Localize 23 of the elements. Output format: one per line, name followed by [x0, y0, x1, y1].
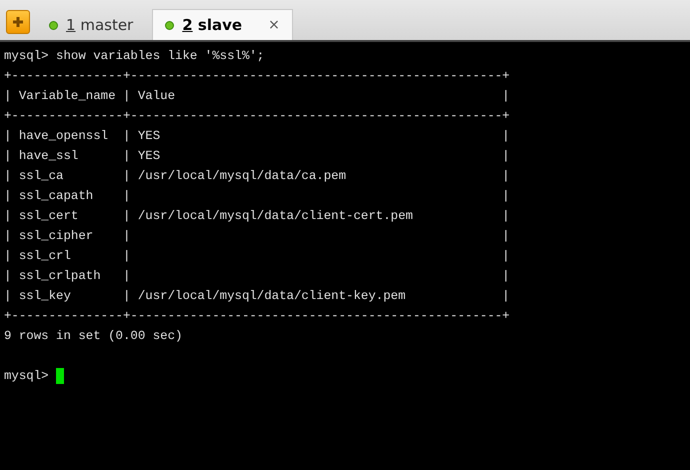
close-icon[interactable]: × — [268, 17, 280, 33]
plus-icon — [12, 16, 24, 28]
terminal-line: | have_ssl | YES | — [4, 149, 510, 163]
terminal-line: +---------------+--------------------------------------------------+ — [4, 309, 510, 323]
terminal-line: | Variable_name | Value | — [4, 89, 510, 103]
terminal-line: | ssl_cert | /usr/local/mysql/data/client-cert.pem | — [4, 209, 510, 223]
terminal-line: +---------------+--------------------------------------------------+ — [4, 69, 510, 83]
terminal-line: 9 rows in set (0.00 sec) — [4, 329, 182, 343]
terminal-line: | ssl_cipher | | — [4, 229, 510, 243]
terminal-line: | ssl_crl | | — [4, 249, 510, 263]
session-tab[interactable]: 1 master — [36, 9, 146, 40]
session-tab[interactable]: 2 slave × — [152, 9, 293, 40]
terminal-line: | ssl_crlpath | | — [4, 269, 510, 283]
status-dot-icon — [165, 20, 174, 30]
terminal-line: | ssl_ca | /usr/local/mysql/data/ca.pem | — [4, 169, 510, 183]
terminal-line: | ssl_capath | | — [4, 189, 510, 203]
terminal-line: +---------------+--------------------------------------------------+ — [4, 109, 510, 123]
terminal-line: | have_openssl | YES | — [4, 129, 510, 143]
terminal-line: mysql> show variables like '%ssl%'; — [4, 49, 264, 63]
terminal-line: | ssl_key | /usr/local/mysql/data/client-key.pem | — [4, 289, 510, 303]
prompt-text: mysql> — [4, 369, 50, 383]
status-dot-icon — [49, 20, 58, 30]
new-tab-button[interactable] — [6, 10, 30, 34]
